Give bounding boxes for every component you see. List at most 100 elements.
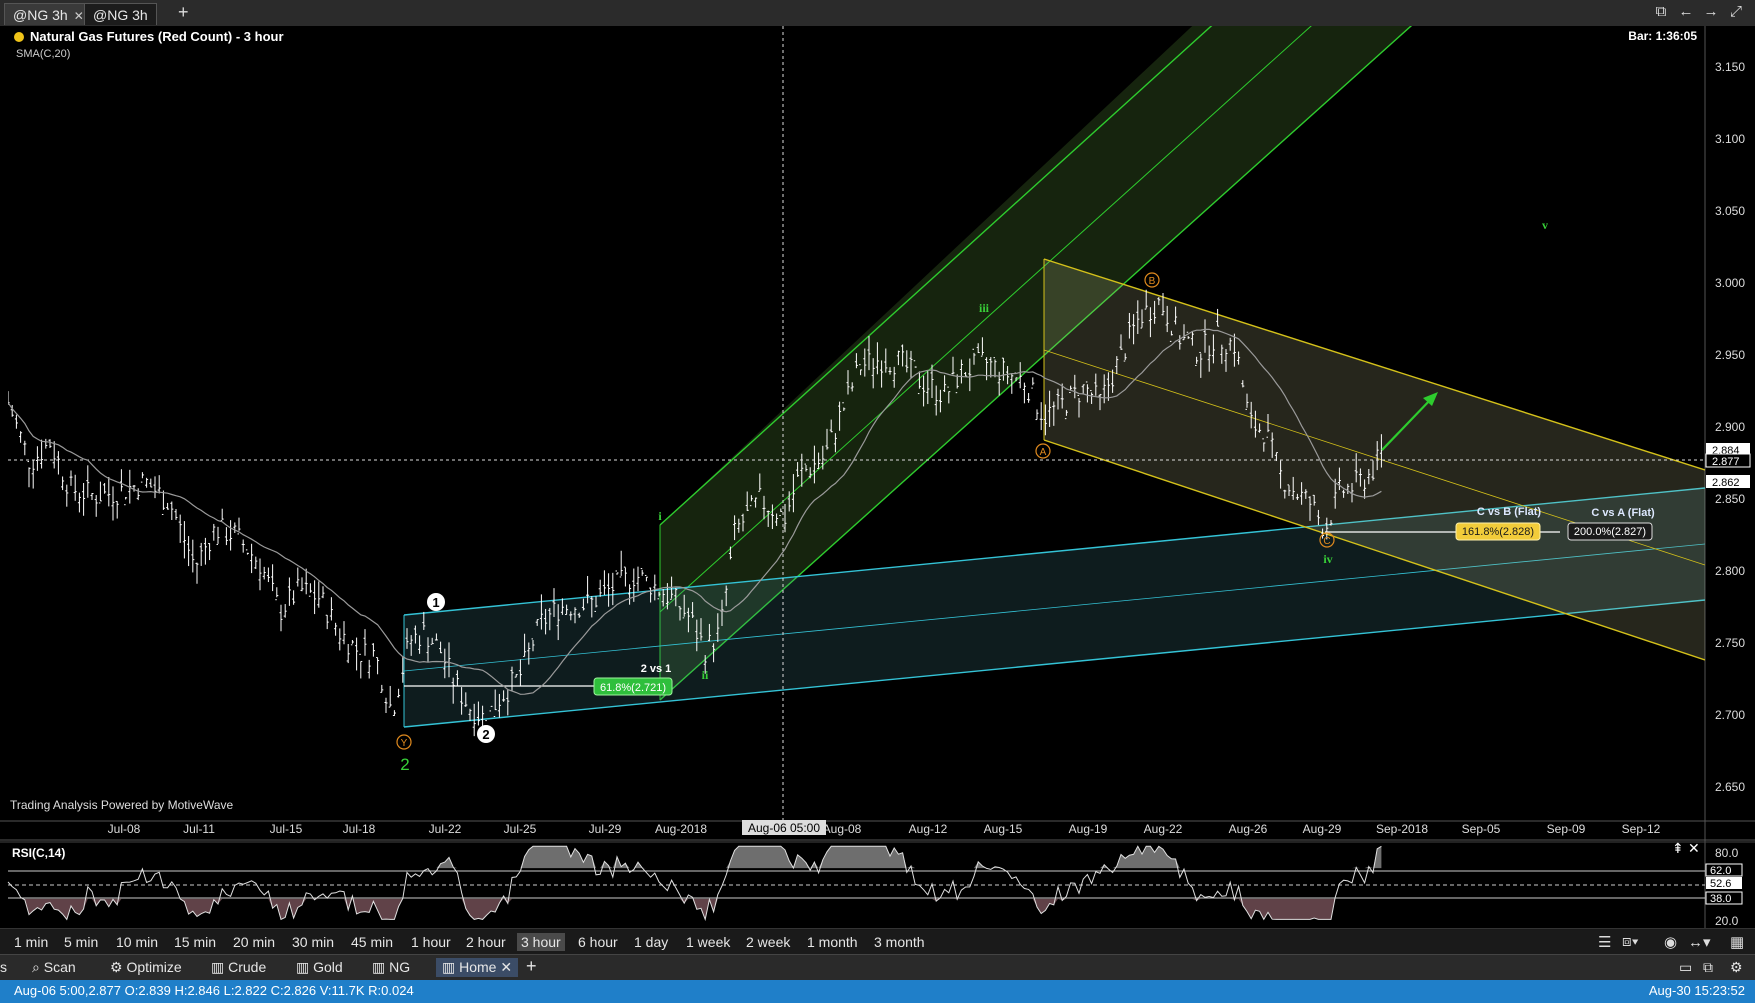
price-tick: 3.050 [1715, 204, 1745, 218]
date-tick: Jul-18 [343, 822, 376, 836]
timeframe-1week[interactable]: 1 week [682, 933, 734, 951]
date-tick: Sep-2018 [1376, 822, 1428, 836]
date-tick: Aug-22 [1144, 822, 1183, 836]
timeframe-15min[interactable]: 15 min [170, 933, 220, 951]
timeframe-20min[interactable]: 20 min [229, 933, 279, 951]
workspace-label: Home [459, 959, 497, 975]
rsi-indicator-label[interactable]: RSI(C,14) [12, 846, 65, 860]
workspace-ng[interactable]: ▥ NG [372, 959, 410, 976]
close-icon[interactable]: ✕ [500, 959, 512, 975]
price-tick: 3.100 [1715, 132, 1745, 146]
chart-icon: ▥ [296, 959, 314, 975]
timeframe-1min[interactable]: 1 min [10, 933, 52, 951]
rsi-level-label: 62.0 [1710, 865, 1731, 877]
wave-c-label: C [1323, 536, 1330, 547]
date-tick: Jul-11 [183, 822, 215, 836]
wave-iv-label: iv [1323, 552, 1332, 566]
date-tick: Jul-29 [589, 822, 622, 836]
date-tick: Jul-15 [270, 822, 303, 836]
two-vs-one-label: 2 vs 1 [641, 663, 672, 675]
move-up-icon[interactable]: ⇞ [1672, 840, 1684, 857]
timeframe-2week[interactable]: 2 week [742, 933, 794, 951]
workspace-label: Gold [313, 959, 343, 975]
chart-title-text: Natural Gas Futures (Red Count) - 3 hour [30, 29, 284, 44]
timeframe-5min[interactable]: 5 min [60, 933, 102, 951]
scan-icon: ⌕ [32, 959, 44, 975]
fib-1618-label: 161.8%(2.828) [1462, 526, 1534, 538]
date-tick: Jul-22 [429, 822, 462, 836]
chart-icon: ▥ [372, 959, 390, 975]
date-tick: Jul-25 [504, 822, 537, 836]
status-clock: Aug-30 15:23:52 [1648, 983, 1745, 998]
timeframe-2hour[interactable]: 2 hour [462, 933, 510, 951]
fib-200-label: 200.0%(2.827) [1574, 526, 1646, 538]
date-tick: Aug-15 [984, 822, 1023, 836]
wave-v-label: v [1542, 218, 1548, 232]
wave-2-circle-label: 2 [482, 727, 489, 742]
workspace-label: Scan [43, 959, 76, 975]
date-tick: Aug-19 [1069, 822, 1108, 836]
bar-timer: Bar: 1:36:05 [1628, 29, 1697, 43]
status-ohlc: Aug-06 5:00,2.877 O:2.839 H:2.846 L:2.82… [14, 983, 414, 998]
price-tick: 3.150 [1715, 60, 1745, 74]
timeframe-bar: 1 min 5 min 10 min 15 min 20 min 30 min … [0, 928, 1755, 955]
wave-y-label: Y [401, 738, 408, 749]
timeframe-1hour[interactable]: 1 hour [407, 933, 455, 951]
price-marker: 2.862 [1712, 477, 1740, 489]
timeframe-1month[interactable]: 1 month [803, 933, 862, 951]
wave-ii-label: ii [702, 668, 709, 682]
date-tick: Sep-05 [1462, 822, 1501, 836]
price-tick: 2.900 [1715, 420, 1745, 434]
wave-b-label: B [1149, 276, 1156, 287]
workspace-scan[interactable]: ⌕ Scan [32, 959, 76, 976]
date-tick: Jul-08 [108, 822, 141, 836]
powered-by-label: Trading Analysis Powered by MotiveWave [10, 798, 234, 812]
timeframe-3month[interactable]: 3 month [870, 933, 929, 951]
window-icon[interactable]: ▭ [1679, 959, 1692, 976]
workspace-bar: s ⌕ Scan ⚙ Optimize ▥ Crude ▥ Gold ▥ NG … [0, 954, 1755, 981]
c-vs-a-label: C vs A (Flat) [1591, 507, 1655, 519]
rsi-overbought-fill [8, 846, 1382, 869]
workspace-partial[interactable]: s [0, 959, 7, 975]
add-workspace-icon[interactable]: + [526, 956, 537, 977]
settings-icon[interactable]: ⚙ [1730, 959, 1743, 976]
layers-icon[interactable]: ⧈▾ [1622, 933, 1639, 950]
timeframe-10min[interactable]: 10 min [112, 933, 162, 951]
timeframe-1day[interactable]: 1 day [630, 933, 672, 951]
price-tick: 2.850 [1715, 492, 1745, 506]
range-icon[interactable]: ↔▾ [1688, 933, 1711, 951]
price-chart[interactable]: Y 2 1 2 i ii iii iv v A B C 2 vs 1 61.8%… [0, 0, 1755, 928]
workspace-crude[interactable]: ▥ Crude [211, 959, 266, 976]
timeframe-6hour[interactable]: 6 hour [574, 933, 622, 951]
eye-icon[interactable]: ◉ [1664, 933, 1677, 951]
close-panel-icon[interactable]: ✕ [1688, 840, 1700, 857]
rsi-panel[interactable]: 80.0 20.0 62.0 52.6 38.0 [7, 845, 1743, 928]
timeframe-45min[interactable]: 45 min [347, 933, 397, 951]
price-tick: 2.800 [1715, 564, 1745, 578]
rsi-tick: 20.0 [1715, 914, 1739, 928]
status-bar: Aug-06 5:00,2.877 O:2.839 H:2.846 L:2.82… [0, 980, 1755, 1003]
workspace-gold[interactable]: ▥ Gold [296, 959, 343, 976]
date-tick: Aug-12 [909, 822, 948, 836]
status-dot-icon [14, 32, 24, 42]
rsi-level-label: 38.0 [1710, 893, 1731, 905]
price-tick: 2.700 [1715, 708, 1745, 722]
workspace-home[interactable]: ▥ Home ✕ [436, 958, 519, 977]
date-tick: Aug-29 [1303, 822, 1342, 836]
wave-iii-label: iii [979, 301, 990, 315]
workspace-optimize[interactable]: ⚙ Optimize [110, 959, 182, 976]
chart-title[interactable]: Natural Gas Futures (Red Count) - 3 hour [14, 29, 284, 44]
calendar-icon[interactable]: ▦ [1730, 933, 1744, 951]
date-tick: Aug-08 [823, 822, 862, 836]
fib-618-label: 61.8%(2.721) [600, 682, 666, 694]
sma-indicator-label[interactable]: SMA(C,20) [16, 48, 70, 60]
timeframe-3hour[interactable]: 3 hour [517, 933, 565, 951]
chart-icon: ▥ [442, 959, 460, 975]
list-icon[interactable]: ☰ [1598, 933, 1611, 951]
date-tick: Sep-12 [1622, 822, 1661, 836]
copy-icon[interactable]: ⧉ [1703, 959, 1713, 976]
chart-icon: ▥ [211, 959, 229, 975]
crosshair-date-label: Aug-06 05:00 [748, 821, 820, 835]
rsi-line [7, 845, 1382, 922]
timeframe-30min[interactable]: 30 min [288, 933, 338, 951]
